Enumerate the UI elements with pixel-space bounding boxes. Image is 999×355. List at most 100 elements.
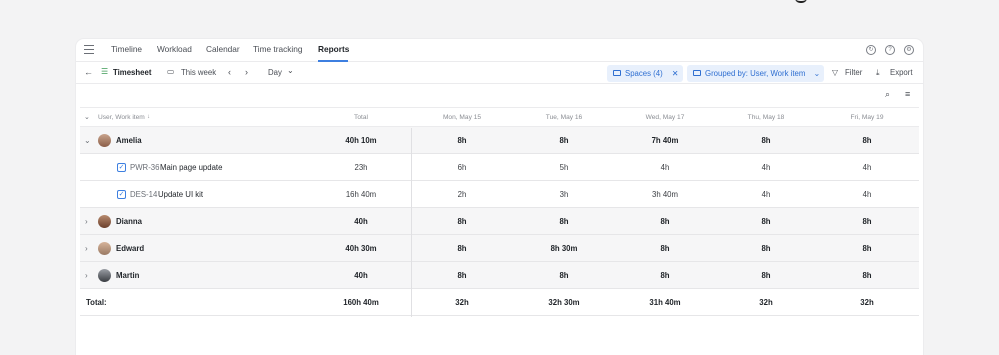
total-label: Total: bbox=[86, 298, 107, 307]
total-cell: 23h bbox=[354, 163, 368, 172]
grouping-chip-label: Grouped by: User, Work item bbox=[705, 69, 806, 78]
avatar bbox=[98, 134, 111, 147]
filter-button[interactable]: Filter bbox=[845, 68, 862, 77]
refresh-icon[interactable]: ↻ bbox=[866, 45, 876, 55]
spaces-filter-chip[interactable]: Spaces (4) ✕ bbox=[607, 65, 683, 82]
day-cell: 8h bbox=[862, 217, 872, 226]
spaces-chip-label: Spaces (4) bbox=[625, 69, 663, 78]
export-icon[interactable]: ⤓ bbox=[876, 68, 879, 78]
day-cell: 8h bbox=[559, 136, 569, 145]
day-cell: 8h bbox=[457, 271, 467, 280]
top-strip bbox=[0, 0, 999, 40]
search-row: ⌕ ≡ bbox=[76, 84, 923, 107]
table-row-dianna[interactable]: › Dianna 40h 8h 8h 8h 8h 8h bbox=[80, 208, 919, 235]
day-cell: 8h bbox=[660, 217, 670, 226]
collapse-all-icon[interactable]: ⌄ bbox=[84, 113, 90, 121]
user-name: Martin bbox=[116, 271, 140, 280]
chevron-down-icon: ⌄ bbox=[813, 69, 821, 78]
day-cell: 8h bbox=[761, 271, 771, 280]
day-cell: 5h bbox=[559, 163, 569, 172]
day-cell: 8h bbox=[457, 136, 467, 145]
day-cell: 8h bbox=[862, 136, 872, 145]
back-arrow-icon[interactable]: ← bbox=[84, 67, 93, 77]
grouping-chip[interactable]: Grouped by: User, Work item ⌄ bbox=[687, 65, 824, 82]
day-cell: 8h 30m bbox=[550, 244, 578, 253]
column-header-fri: Fri, May 19 bbox=[850, 114, 884, 121]
work-item-title[interactable]: Main page update bbox=[160, 163, 222, 172]
chevron-down-icon[interactable]: ⌄ bbox=[287, 66, 294, 75]
column-header-wed: Wed, May 17 bbox=[645, 114, 685, 121]
day-cell: 6h bbox=[457, 163, 467, 172]
previous-period-icon[interactable]: ‹ bbox=[228, 67, 231, 77]
day-cell: 4h bbox=[862, 163, 872, 172]
avatar bbox=[98, 242, 111, 255]
avatar bbox=[98, 215, 111, 228]
tab-reports[interactable]: Reports bbox=[318, 44, 349, 54]
task-checkbox-icon[interactable]: ✓ bbox=[117, 190, 126, 199]
day-cell: 8h bbox=[457, 217, 467, 226]
period-selector[interactable]: This week bbox=[181, 68, 216, 77]
total-cell: 40h bbox=[354, 217, 368, 226]
close-icon[interactable]: ✕ bbox=[672, 69, 679, 78]
work-item-code: DES-14 bbox=[130, 190, 158, 199]
chevron-down-icon[interactable]: ⌄ bbox=[84, 136, 91, 145]
column-header-user[interactable]: User, Work item bbox=[98, 114, 145, 121]
table-row-amelia[interactable]: ⌄ Amelia 40h 10m 8h 8h 7h 40m 8h 8h bbox=[80, 127, 919, 154]
table-header: ⌄ User, Work item ↓ Total Mon, May 15 Tu… bbox=[80, 107, 919, 127]
day-cell: 8h bbox=[862, 244, 872, 253]
view-title[interactable]: Timesheet bbox=[113, 68, 151, 77]
work-item-code: PWR-36 bbox=[130, 163, 160, 172]
chevron-right-icon[interactable]: › bbox=[85, 244, 88, 253]
task-checkbox-icon[interactable]: ✓ bbox=[117, 163, 126, 172]
day-cell: 8h bbox=[761, 217, 771, 226]
settings-icon[interactable]: ⚙ bbox=[904, 45, 914, 55]
export-button[interactable]: Export bbox=[890, 68, 913, 77]
folder-icon bbox=[613, 69, 621, 76]
hamburger-menu-icon[interactable] bbox=[84, 45, 94, 54]
user-name: Edward bbox=[116, 244, 145, 253]
tab-calendar[interactable]: Calendar bbox=[206, 44, 240, 54]
column-divider bbox=[411, 128, 412, 317]
day-cell: 4h bbox=[862, 190, 872, 199]
tab-time-tracking[interactable]: Time tracking bbox=[253, 44, 303, 54]
filter-icon[interactable]: ▽ bbox=[832, 68, 838, 77]
total-cell: 40h 10m bbox=[345, 136, 377, 145]
day-cell: 8h bbox=[761, 244, 771, 253]
next-period-icon[interactable]: › bbox=[245, 67, 248, 77]
granularity-selector[interactable]: Day bbox=[268, 68, 282, 77]
work-item-title[interactable]: Update UI kit bbox=[158, 190, 203, 199]
day-total-cell: 32h 30m bbox=[548, 298, 580, 307]
column-header-thu: Thu, May 18 bbox=[747, 114, 785, 121]
table-row-edward[interactable]: › Edward 40h 30m 8h 8h 30m 8h 8h 8h bbox=[80, 235, 919, 262]
day-total-cell: 32h bbox=[860, 298, 874, 307]
search-icon[interactable]: ⌕ bbox=[885, 89, 890, 100]
day-cell: 8h bbox=[660, 244, 670, 253]
total-cell: 16h 40m bbox=[345, 190, 377, 199]
top-navigation: Timeline Workload Calendar Time tracking… bbox=[76, 39, 923, 62]
chevron-right-icon[interactable]: › bbox=[85, 217, 88, 226]
chevron-right-icon[interactable]: › bbox=[85, 271, 88, 280]
day-cell: 8h bbox=[660, 271, 670, 280]
column-header-total: Total bbox=[354, 114, 368, 121]
day-cell: 2h bbox=[457, 190, 467, 199]
tab-timeline[interactable]: Timeline bbox=[111, 44, 142, 54]
timesheet-icon: ☰ bbox=[101, 67, 109, 76]
tab-workload[interactable]: Workload bbox=[157, 44, 192, 54]
help-icon[interactable]: ? bbox=[885, 45, 895, 55]
avatar bbox=[98, 269, 111, 282]
grand-total-cell: 160h 40m bbox=[343, 298, 379, 307]
table-row-work-item[interactable]: ✓ DES-14 Update UI kit 16h 40m 2h 3h 3h … bbox=[80, 181, 919, 208]
day-cell: 7h 40m bbox=[651, 136, 679, 145]
day-cell: 8h bbox=[559, 271, 569, 280]
day-cell: 8h bbox=[457, 244, 467, 253]
day-cell: 4h bbox=[660, 163, 670, 172]
user-name: Dianna bbox=[116, 217, 142, 226]
day-cell: 8h bbox=[862, 271, 872, 280]
sort-arrow-icon[interactable]: ↓ bbox=[147, 114, 150, 120]
sliders-icon[interactable]: ≡ bbox=[905, 89, 910, 99]
table-row-work-item[interactable]: ✓ PWR-36 Main page update 23h 6h 5h 4h 4… bbox=[80, 154, 919, 181]
total-cell: 40h 30m bbox=[345, 244, 377, 253]
table-total-row: Total: 160h 40m 32h 32h 30m 31h 40m 32h … bbox=[80, 289, 919, 316]
day-total-cell: 32h bbox=[759, 298, 773, 307]
table-row-martin[interactable]: › Martin 40h 8h 8h 8h 8h 8h bbox=[80, 262, 919, 289]
